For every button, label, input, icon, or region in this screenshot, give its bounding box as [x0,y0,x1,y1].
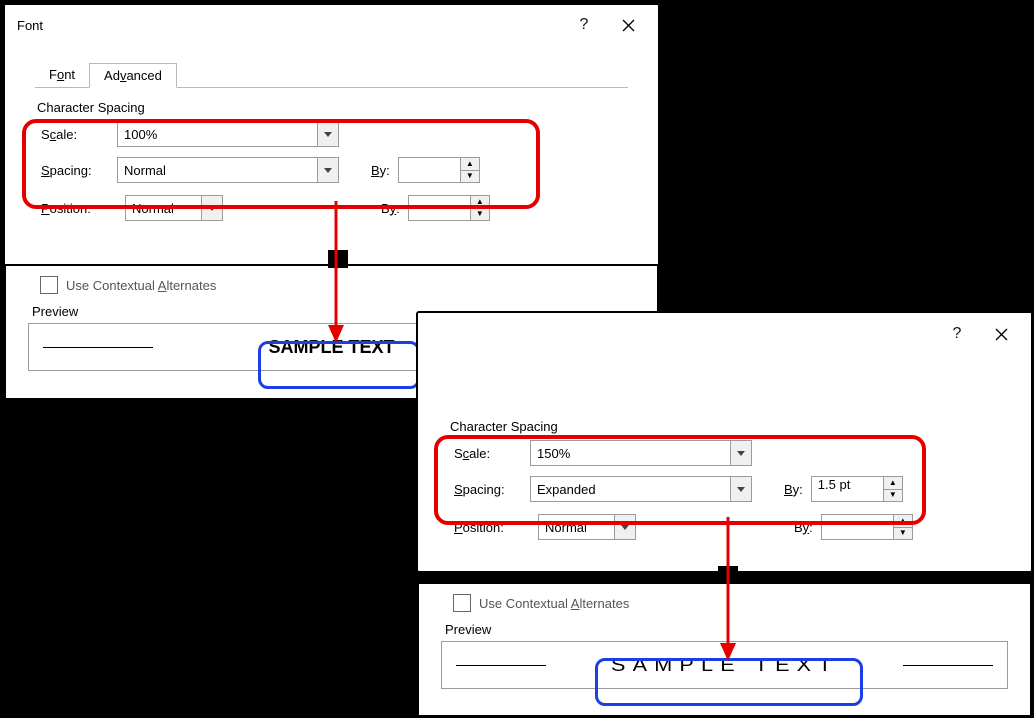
position-row-2: Position: Normal By: ▲▼ [440,512,1009,542]
dialog2-lower-panel: Use Contextual Alternates Preview SAMPLE… [417,582,1032,717]
preview-sample-text: SAMPLE TEXT [268,337,394,358]
by-spacing-value [399,158,460,182]
by-label-spacing: By: [371,163,390,178]
tab-font[interactable]: Font [35,63,89,88]
spinner-up-icon[interactable]: ▲ [461,158,479,170]
preview-line-right-2 [903,665,993,666]
close-icon [622,19,635,32]
by-position-value-2 [822,515,893,539]
position-value-2: Normal [539,520,614,535]
titlebar-2: ? [418,313,1031,355]
preview-label-2: Preview [445,622,1030,637]
chevron-down-icon[interactable] [730,477,751,501]
scale-combo-2[interactable]: 150% [530,440,752,466]
by-label-position: By: [381,201,400,216]
spinner-down-icon[interactable]: ▼ [471,208,489,221]
scale-label-2: Scale: [454,446,522,461]
by-label-spacing-2: By: [784,482,803,497]
contextual-alternates-checkbox[interactable]: Use Contextual Alternates [6,266,657,294]
spinner-up-icon[interactable]: ▲ [894,515,912,527]
spinner-down-icon[interactable]: ▼ [461,170,479,183]
character-spacing-section: Character Spacing Scale: 100% Spacing: N… [27,100,636,223]
chevron-down-icon[interactable] [201,196,222,220]
position-combo-2[interactable]: Normal [538,514,636,540]
by-spacing-spinner-2[interactable]: 1.5 pt ▲▼ [811,476,903,502]
spacing-label: Spacing: [41,163,109,178]
preview-box-2: SAMPLE TEXT [441,641,1008,689]
scale-row-2: Scale: 150% [440,438,1009,468]
scale-value-2: 150% [531,446,730,461]
close-icon [995,328,1008,341]
position-row: Position: Normal By: ▲▼ [27,193,636,223]
font-dialog-2: ? Character Spacing Scale: 150% Spacing:… [416,311,1033,573]
by-position-value [409,196,470,220]
chevron-down-icon[interactable] [317,122,338,146]
position-label-2: Position: [454,520,530,535]
spacing-combo-2[interactable]: Expanded [530,476,752,502]
tab-advanced[interactable]: Advanced [89,63,177,88]
contextual-alternates-checkbox-2[interactable]: Use Contextual Alternates [419,584,1030,612]
position-combo[interactable]: Normal [125,195,223,221]
joiner-dark [328,250,348,268]
spinner-up-icon[interactable]: ▲ [471,196,489,208]
joiner-dark-2 [718,566,738,584]
help-button-2[interactable]: ? [935,314,979,354]
checkbox-box [40,276,58,294]
close-button[interactable] [606,5,650,45]
spacing-value-2: Expanded [531,482,730,497]
preview-line-left-2 [456,665,546,666]
by-label-position-2: By: [794,520,813,535]
spinner-down-icon[interactable]: ▼ [894,527,912,540]
contextual-alternates-label: Use Contextual Alternates [66,278,216,293]
position-value: Normal [126,201,201,216]
spacing-value: Normal [118,163,317,178]
tabs: Font Advanced [35,63,658,88]
position-label: Position: [41,201,117,216]
spinner-down-icon[interactable]: ▼ [884,489,902,502]
help-button[interactable]: ? [562,5,606,45]
close-button-2[interactable] [979,314,1023,354]
chevron-down-icon[interactable] [614,515,635,539]
section-legend: Character Spacing [37,100,636,115]
by-position-spinner[interactable]: ▲▼ [408,195,490,221]
spacing-row-2: Spacing: Expanded By: 1.5 pt ▲▼ [440,474,1009,504]
spinner-up-icon[interactable]: ▲ [884,477,902,489]
preview-sample-text-2: SAMPLE TEXT [611,655,839,676]
scale-row: Scale: 100% [27,119,636,149]
chevron-down-icon[interactable] [317,158,338,182]
scale-label: Scale: [41,127,109,142]
chevron-down-icon[interactable] [730,441,751,465]
preview-line-left [43,347,153,348]
scale-combo[interactable]: 100% [117,121,339,147]
dialog-title: Font [17,18,562,33]
by-spacing-value-2: 1.5 pt [812,477,883,501]
spacing-row: Spacing: Normal By: ▲▼ [27,155,636,185]
titlebar: Font ? [5,5,658,45]
spacing-combo[interactable]: Normal [117,157,339,183]
character-spacing-section-2: Character Spacing Scale: 150% Spacing: E… [440,419,1009,542]
checkbox-box-2 [453,594,471,612]
section-legend-2: Character Spacing [450,419,1009,434]
contextual-alternates-label-2: Use Contextual Alternates [479,596,629,611]
spacing-label-2: Spacing: [454,482,522,497]
scale-value: 100% [118,127,317,142]
canvas: Font ? Font Advanced Character Spacing S… [0,0,1034,718]
by-spacing-spinner[interactable]: ▲▼ [398,157,480,183]
by-position-spinner-2[interactable]: ▲▼ [821,514,913,540]
